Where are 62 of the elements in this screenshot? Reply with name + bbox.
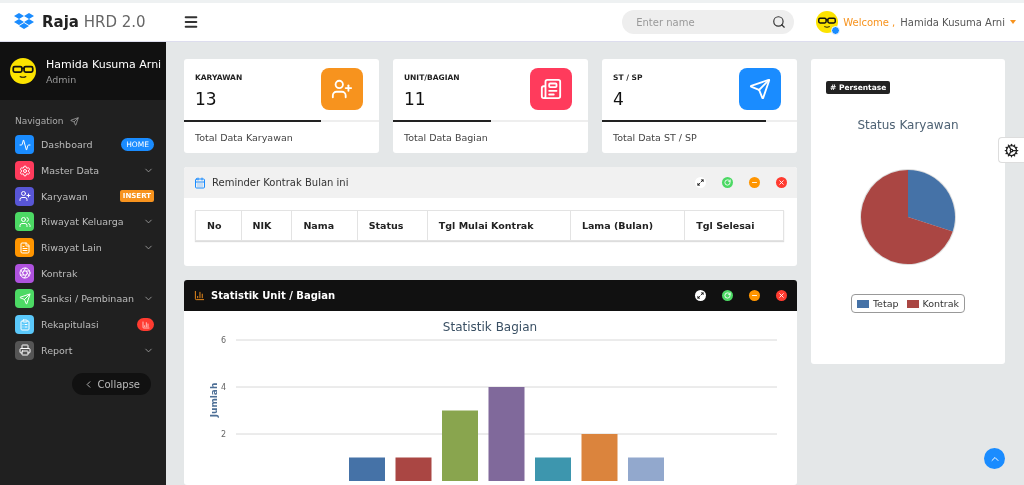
panel-title: Reminder Kontrak Bulan ini xyxy=(212,177,350,188)
legend-item[interactable]: Kontrak xyxy=(906,298,960,309)
panel-title: Statistik Unit / Bagian xyxy=(211,290,337,301)
sidebar-item[interactable]: Riwayat Lain xyxy=(0,234,166,261)
sidebar-item[interactable]: Report xyxy=(0,337,166,364)
search-field[interactable]: Enter name xyxy=(634,15,773,29)
user-name[interactable]: Hamida Kusuma Arni xyxy=(900,16,1005,28)
expand-icon[interactable] xyxy=(695,290,706,301)
column-header: No xyxy=(195,210,242,241)
card-value: 13 xyxy=(195,89,218,109)
sidebar-item[interactable]: Master Data xyxy=(0,157,166,184)
welcome-label: Welcome , xyxy=(843,16,896,28)
avatar-icon xyxy=(816,11,839,33)
chart-badge-icon xyxy=(137,318,154,332)
bar xyxy=(395,457,432,481)
column-header: NIK xyxy=(241,210,292,241)
card-footer: Total Data ST / SP xyxy=(602,122,797,153)
column-header: Tgl Selesai xyxy=(684,210,784,241)
profile-role: Admin xyxy=(46,73,78,85)
chart-title: Statistik Bagian xyxy=(442,320,538,334)
expand-icon[interactable] xyxy=(695,177,706,188)
column-header: Status xyxy=(357,210,428,241)
y-tick-label: 6 xyxy=(220,336,226,345)
card-value: 4 xyxy=(613,89,625,109)
legend-item[interactable]: Tetap xyxy=(856,298,899,309)
settings-button[interactable] xyxy=(998,137,1024,163)
sidebar-item[interactable]: Rekapitulasi xyxy=(0,311,166,338)
bar xyxy=(349,457,385,481)
card-value: 11 xyxy=(404,89,427,109)
sidebar-item[interactable]: Sanksi / Pembinaan xyxy=(0,286,166,312)
app-title: Raja HRD 2.0 xyxy=(42,13,146,31)
bar xyxy=(535,457,571,481)
column-header: Tgl Mulai Kontrak xyxy=(427,210,571,241)
bar xyxy=(442,410,478,481)
sidebar-item[interactable]: Kontrak xyxy=(0,260,166,287)
scroll-up-button[interactable] xyxy=(984,448,1005,469)
nav-section-label: Navigation xyxy=(15,116,64,126)
collapse-button[interactable]: Collapse xyxy=(71,373,151,396)
box-logo-icon xyxy=(14,13,34,31)
minimize-icon[interactable] xyxy=(749,290,760,301)
search-icon[interactable] xyxy=(772,15,787,29)
refresh-icon[interactable] xyxy=(722,290,733,301)
column-header: Nama xyxy=(291,210,358,241)
search-bar[interactable]: Enter name xyxy=(622,10,795,34)
bar-chart-icon xyxy=(194,290,205,301)
chart-title: Status Karyawan xyxy=(857,118,959,132)
avatar-icon xyxy=(10,58,36,84)
bar xyxy=(581,434,618,481)
column-header: Lama (Bulan) xyxy=(570,210,685,241)
paper-plane-icon xyxy=(69,116,79,126)
card-footer: Total Data Karyawan xyxy=(184,122,379,153)
menu-icon[interactable] xyxy=(183,14,199,30)
card-footer: Total Data Bagian xyxy=(393,122,588,153)
calendar-icon xyxy=(194,176,206,189)
close-icon[interactable] xyxy=(776,290,787,301)
y-tick-label: 2 xyxy=(220,430,226,439)
y-tick-label: 4 xyxy=(220,383,226,392)
profile-name: Hamida Kusuma Arni xyxy=(46,57,162,71)
y-axis-label: Jumlah xyxy=(209,382,219,418)
bar xyxy=(628,457,664,481)
sidebar-item[interactable]: Riwayat Keluarga xyxy=(0,209,166,235)
settings-icon xyxy=(1004,142,1019,158)
